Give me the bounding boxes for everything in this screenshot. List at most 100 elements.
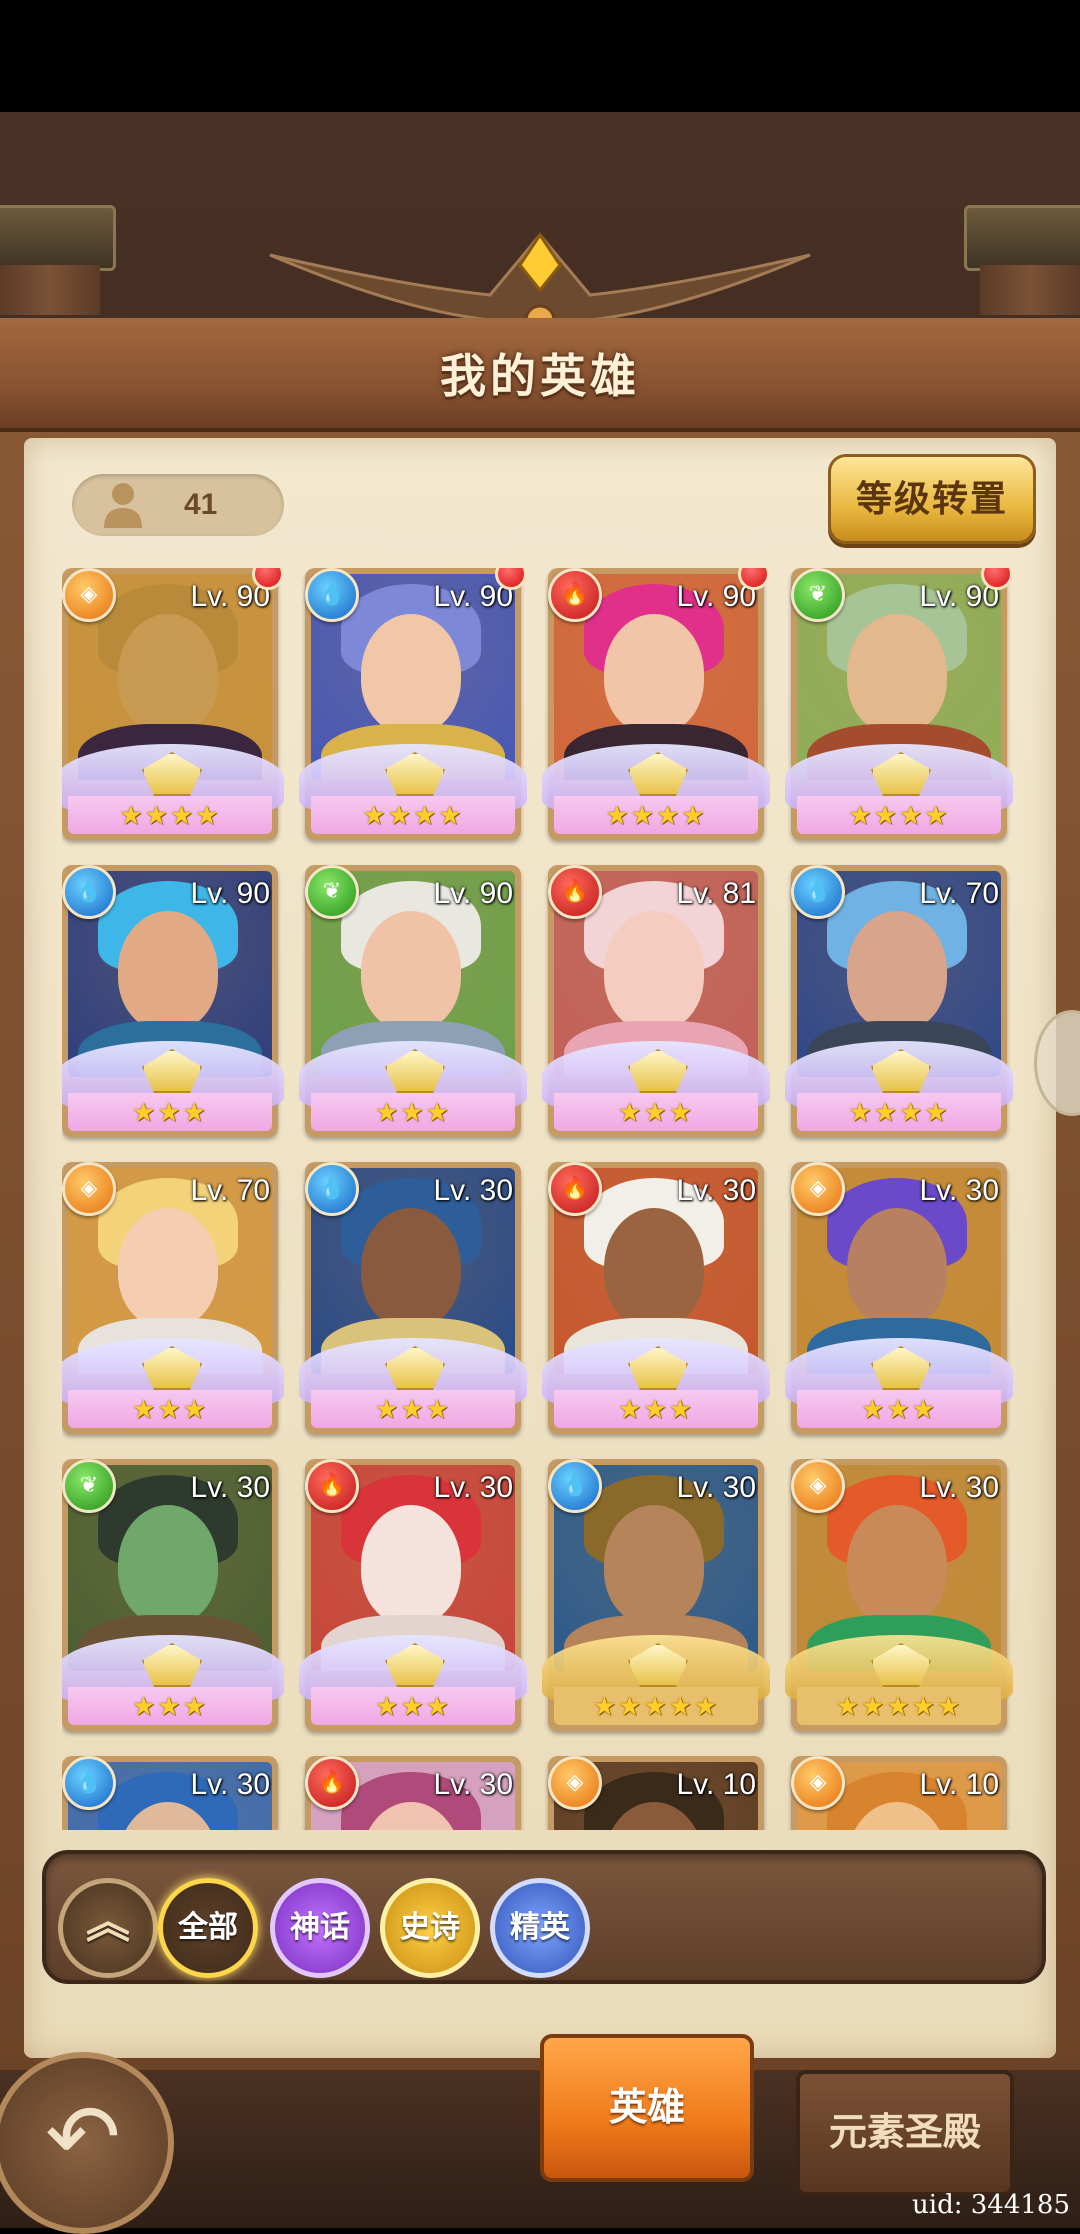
back-arrow-icon[interactable]: ↶: [0, 2052, 174, 2234]
fire-icon: 🔥: [548, 1162, 602, 1216]
fire-icon: 🔥: [548, 865, 602, 919]
hero-count-badge: 41: [72, 474, 284, 536]
status-bar: [0, 0, 1080, 112]
hero-card[interactable]: ★★★★ ❦ Lv. 90: [785, 568, 1013, 840]
hero-card[interactable]: ★★★★ 💧 Lv. 90: [299, 568, 527, 840]
hero-face: [604, 1208, 704, 1328]
hero-card[interactable]: ★★★ 🔥 Lv. 30: [542, 1162, 770, 1434]
hero-stars: ★★★★★: [797, 1687, 1001, 1725]
hero-card[interactable]: 🔥 Lv. 30: [305, 1756, 521, 1830]
water-drop-icon: 💧: [62, 1756, 116, 1810]
hero-card[interactable]: ★★★ 🔥 Lv. 30: [299, 1459, 527, 1731]
collapse-chevron-icon[interactable]: ︽: [58, 1878, 158, 1978]
hero-grid: ★★★★ ◈ Lv. 90 ★★★★ 💧 Lv. 90 ★★★★ 🔥 Lv. 90 ★★★★ ❦ Lv…: [62, 568, 1022, 1830]
hero-face: [361, 1208, 461, 1328]
hero-level: Lv. 30: [190, 1471, 271, 1504]
hero-level: Lv. 30: [676, 1174, 757, 1207]
hero-face: [847, 1208, 947, 1328]
hero-level: Lv. 81: [676, 877, 757, 910]
hero-card[interactable]: ★★★ ◈ Lv. 70: [62, 1162, 284, 1434]
hero-card[interactable]: 💧 Lv. 30: [62, 1756, 278, 1830]
page-title: 我的英雄: [440, 350, 640, 402]
hero-face: [118, 1208, 218, 1328]
fire-icon: 🔥: [548, 568, 602, 622]
hero-card[interactable]: ★★★★ 💧 Lv. 70: [785, 865, 1013, 1137]
hero-face: [847, 1505, 947, 1625]
hero-card[interactable]: ◈ Lv. 10: [548, 1756, 764, 1830]
hero-level: Lv. 30: [676, 1471, 757, 1504]
filter-all-button[interactable]: 全部: [158, 1878, 258, 1978]
hero-count: 41: [184, 488, 218, 521]
hero-stars: ★★★: [68, 1687, 272, 1725]
pillar-right: [980, 265, 1080, 315]
hero-level: Lv. 30: [919, 1471, 1000, 1504]
hero-level: Lv. 30: [433, 1174, 514, 1207]
hero-face: [361, 1505, 461, 1625]
hero-card[interactable]: ★★★ 🔥 Lv. 81: [542, 865, 770, 1137]
light-icon: ◈: [791, 1162, 845, 1216]
hero-level: Lv. 70: [190, 1174, 271, 1207]
tab-heroes[interactable]: 英雄: [540, 2034, 754, 2182]
hero-card[interactable]: ★★★★★ ◈ Lv. 30: [785, 1459, 1013, 1731]
tab-element-temple[interactable]: 元素圣殿: [796, 2070, 1014, 2196]
hero-face: [604, 911, 704, 1031]
light-icon: ◈: [791, 1459, 845, 1513]
hero-stars: ★★★★: [797, 1093, 1001, 1131]
hero-face: [118, 911, 218, 1031]
hero-face: [604, 614, 704, 734]
hero-stars: ★★★: [797, 1390, 1001, 1428]
hero-stars: ★★★★★: [554, 1687, 758, 1725]
leaf-icon: ❦: [305, 865, 359, 919]
hero-card[interactable]: ★★★★ 🔥 Lv. 90: [542, 568, 770, 840]
water-drop-icon: 💧: [62, 865, 116, 919]
hero-card[interactable]: ★★★ ❦ Lv. 30: [62, 1459, 284, 1731]
hero-stars: ★★★: [554, 1093, 758, 1131]
hero-face: [847, 614, 947, 734]
hero-face: [118, 1505, 218, 1625]
water-drop-icon: 💧: [548, 1459, 602, 1513]
hero-card[interactable]: ★★★★ ◈ Lv. 90: [62, 568, 284, 840]
hero-level: Lv. 90: [433, 877, 514, 910]
pillar-left: [0, 265, 100, 315]
hero-stars: ★★★★: [311, 796, 515, 834]
water-drop-icon: 💧: [305, 1162, 359, 1216]
hero-level: Lv. 10: [676, 1768, 757, 1801]
hero-card[interactable]: ★★★★★ 💧 Lv. 30: [542, 1459, 770, 1731]
roof-decoration-left: [0, 205, 116, 271]
filter-epic-button[interactable]: 史诗: [380, 1878, 480, 1978]
hero-level: Lv. 30: [919, 1174, 1000, 1207]
filter-elite-button[interactable]: 精英: [490, 1878, 590, 1978]
hero-face: [118, 614, 218, 734]
hero-stars: ★★★: [311, 1093, 515, 1131]
fire-icon: 🔥: [305, 1756, 359, 1810]
leaf-icon: ❦: [62, 1459, 116, 1513]
hero-face: [847, 911, 947, 1031]
hero-card[interactable]: ★★★ ◈ Lv. 30: [785, 1162, 1013, 1434]
hero-stars: ★★★: [68, 1093, 272, 1131]
hero-level: Lv. 30: [190, 1768, 271, 1801]
hero-face: [361, 911, 461, 1031]
hero-stars: ★★★: [554, 1390, 758, 1428]
water-drop-icon: 💧: [305, 568, 359, 622]
hero-face: [361, 614, 461, 734]
hero-face: [604, 1505, 704, 1625]
hero-card[interactable]: ★★★ 💧 Lv. 90: [62, 865, 284, 1137]
roof-decoration-right: [964, 205, 1080, 271]
hero-stars: ★★★: [311, 1390, 515, 1428]
hero-card[interactable]: ◈ Lv. 10: [791, 1756, 1007, 1830]
hero-level: Lv. 30: [433, 1471, 514, 1504]
hero-stars: ★★★★: [797, 796, 1001, 834]
hero-card[interactable]: ★★★ 💧 Lv. 30: [299, 1162, 527, 1434]
level-transfer-button[interactable]: 等级转置: [828, 454, 1036, 544]
hero-card[interactable]: ★★★ ❦ Lv. 90: [299, 865, 527, 1137]
person-icon: [104, 483, 142, 528]
user-id: uid: 344185: [912, 2190, 1070, 2220]
hero-stars: ★★★: [68, 1390, 272, 1428]
hero-level: Lv. 10: [919, 1768, 1000, 1801]
hero-stars: ★★★: [311, 1687, 515, 1725]
hero-level: Lv. 70: [919, 877, 1000, 910]
filter-myth-button[interactable]: 神话: [270, 1878, 370, 1978]
fire-icon: 🔥: [305, 1459, 359, 1513]
leaf-icon: ❦: [791, 568, 845, 622]
hero-stars: ★★★★: [554, 796, 758, 834]
